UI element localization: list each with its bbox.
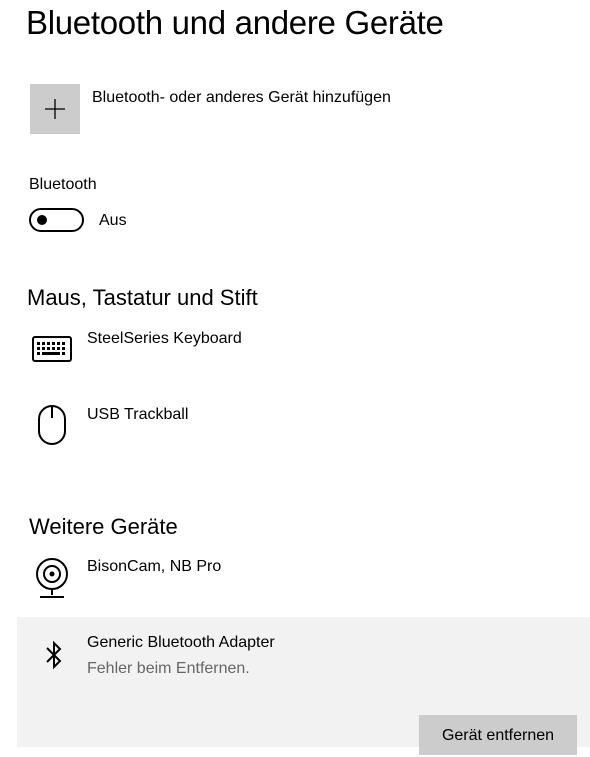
remove-device-button[interactable]: Gerät entfernen xyxy=(419,715,577,755)
webcam-icon xyxy=(36,558,68,598)
mouse-icon xyxy=(38,405,66,445)
bluetooth-label: Bluetooth xyxy=(29,176,97,193)
device-item-webcam[interactable]: BisonCam, NB Pro xyxy=(26,552,586,602)
bluetooth-icon xyxy=(46,640,62,670)
device-item-keyboard[interactable]: SteelSeries Keyboard xyxy=(26,324,586,374)
page-title: Bluetooth und andere Geräte xyxy=(26,4,444,41)
add-device-label[interactable]: Bluetooth- oder anderes Gerät hinzufügen xyxy=(92,89,391,107)
section-title-other-devices: Weitere Geräte xyxy=(29,514,178,539)
toggle-knob xyxy=(37,215,47,225)
device-name: SteelSeries Keyboard xyxy=(87,330,242,347)
section-title-input-devices: Maus, Tastatur und Stift xyxy=(27,285,258,310)
plus-icon xyxy=(45,99,65,119)
keyboard-icon xyxy=(32,336,72,362)
device-status: Fehler beim Entfernen. xyxy=(87,660,250,677)
device-name: USB Trackball xyxy=(87,406,189,423)
device-name: BisonCam, NB Pro xyxy=(87,558,222,575)
bluetooth-toggle-state: Aus xyxy=(99,212,127,229)
add-device-button[interactable] xyxy=(30,84,80,134)
bluetooth-toggle[interactable] xyxy=(29,208,84,232)
device-name: Generic Bluetooth Adapter xyxy=(87,634,275,651)
device-item-trackball[interactable]: USB Trackball xyxy=(26,400,586,450)
